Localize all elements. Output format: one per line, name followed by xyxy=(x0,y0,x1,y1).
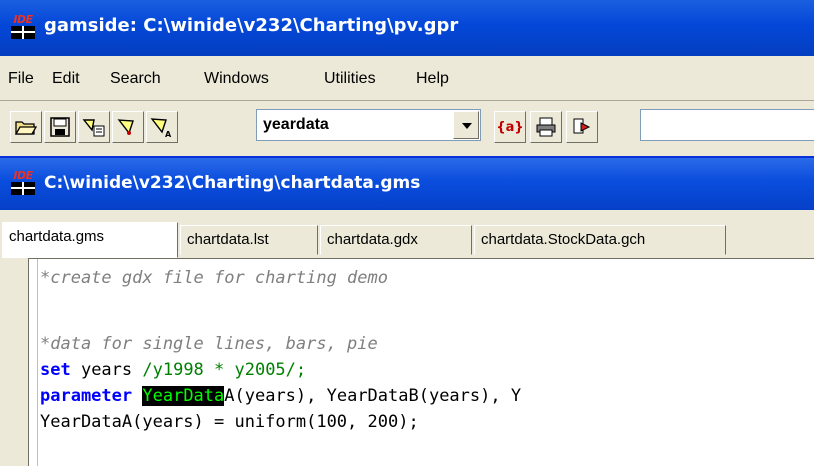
file-tabs: chartdata.gms chartdata.lst chartdata.gd… xyxy=(0,210,814,258)
ide-logo-icon: IDE xyxy=(10,13,36,40)
next-icon xyxy=(573,118,591,134)
save-button[interactable] xyxy=(44,111,76,143)
document-title-bar[interactable]: IDE C:\winide\v232\Charting\chartdata.gm… xyxy=(0,158,814,210)
menu-utilities[interactable]: Utilities xyxy=(324,70,376,88)
code-comment: *create gdx file for charting demo xyxy=(40,268,388,288)
app-window: IDE gamside: C:\winide\v232\Charting\pv.… xyxy=(0,0,814,466)
tab-chartdata-lst[interactable]: chartdata.lst xyxy=(180,225,318,255)
find-input[interactable] xyxy=(640,109,814,141)
menu-windows[interactable]: Windows xyxy=(204,70,269,88)
tab-chartdata-gms[interactable]: chartdata.gms xyxy=(2,222,178,258)
code-line-5: parameter YearDataA(years), YearDataB(ye… xyxy=(40,386,521,406)
run-tools-icon xyxy=(82,119,105,137)
run-button[interactable] xyxy=(112,111,144,143)
open-folder-icon xyxy=(15,121,37,135)
model-library-button[interactable]: {a} xyxy=(494,111,526,143)
code-comment: *data for single lines, bars, pie xyxy=(40,334,378,354)
run-all-button[interactable]: A xyxy=(146,111,178,143)
print-button[interactable] xyxy=(530,111,562,143)
menu-bar: File Edit Search Windows Utilities Help xyxy=(0,58,814,101)
tab-chartdata-gdx[interactable]: chartdata.gdx xyxy=(320,225,472,255)
code-text: years xyxy=(70,360,143,380)
code-line-1: *create gdx file for charting demo xyxy=(40,268,388,288)
run-tools-button[interactable] xyxy=(78,111,110,143)
code-text: A(years), YearDataB(years), Y xyxy=(224,386,522,406)
symbol-combo[interactable]: yeardata xyxy=(256,109,481,141)
next-button[interactable] xyxy=(566,111,598,143)
ide-logo-text: IDE xyxy=(13,13,33,26)
code-line-6: YearDataA(years) = uniform(100, 200); xyxy=(40,412,419,432)
code-text: YearDataA(years) = uniform(100, 200); xyxy=(40,412,419,432)
run-all-icon: A xyxy=(150,118,172,138)
app-title: gamside: C:\winide\v232\Charting\pv.gpr xyxy=(44,15,459,36)
save-disk-icon xyxy=(50,117,70,137)
tab-chartdata-stockdata-gch[interactable]: chartdata.StockData.gch xyxy=(474,225,726,255)
menu-file[interactable]: File xyxy=(8,70,34,88)
open-button[interactable] xyxy=(10,111,42,143)
document-window: IDE C:\winide\v232\Charting\chartdata.gm… xyxy=(0,156,814,466)
document-title: C:\winide\v232\Charting\chartdata.gms xyxy=(44,173,421,193)
menu-help[interactable]: Help xyxy=(416,70,449,88)
chevron-down-icon[interactable] xyxy=(453,111,479,139)
code-line-3: *data for single lines, bars, pie xyxy=(40,334,378,354)
symbol-combo-value: yeardata xyxy=(263,116,329,133)
app-title-bar[interactable]: IDE gamside: C:\winide\v232\Charting\pv.… xyxy=(0,0,814,56)
code-keyword: set xyxy=(40,360,71,380)
ide-doc-logo-text: IDE xyxy=(13,169,33,182)
menu-search[interactable]: Search xyxy=(110,70,161,88)
model-library-icon: {a} xyxy=(496,119,524,135)
svg-text:A: A xyxy=(165,130,172,138)
code-keyword: parameter xyxy=(40,386,133,406)
ide-doc-logo-icon: IDE xyxy=(10,169,36,196)
code-editor[interactable]: *create gdx file for charting demo *data… xyxy=(0,258,814,466)
code-line-4: set years /y1998 * y2005/; xyxy=(40,360,306,380)
editor-gutter xyxy=(29,259,38,466)
run-icon xyxy=(117,119,134,135)
menu-edit[interactable]: Edit xyxy=(52,70,80,88)
code-search-highlight: YearData xyxy=(142,386,225,406)
print-icon xyxy=(536,117,556,137)
code-set-elements: /y1998 * y2005/; xyxy=(142,360,307,380)
